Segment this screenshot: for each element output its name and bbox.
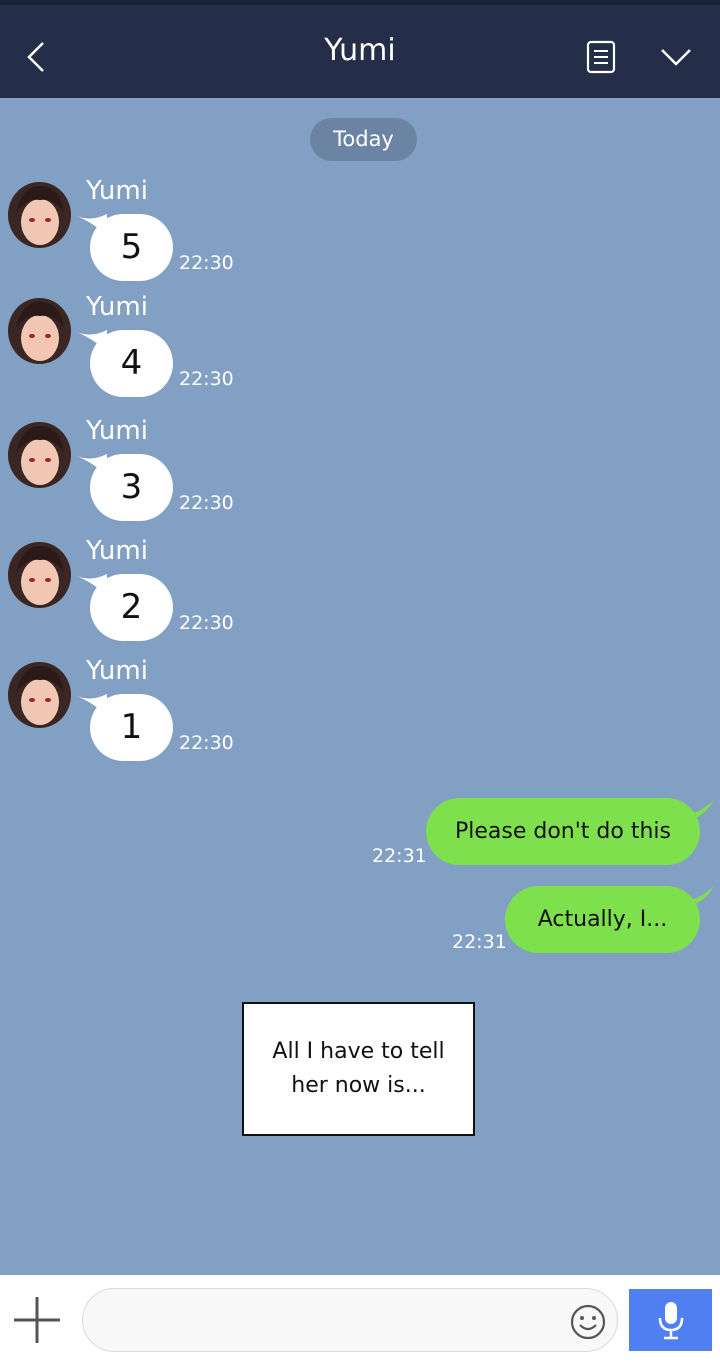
notes-icon xyxy=(586,40,616,74)
message-time: 22:30 xyxy=(179,252,234,274)
message-bubble[interactable]: 4 xyxy=(90,330,173,397)
input-bar xyxy=(0,1275,720,1365)
incoming-message: Yumi 3 22:30 xyxy=(0,416,360,542)
incoming-message: Yumi 5 22:30 xyxy=(0,176,360,302)
date-divider: Today xyxy=(310,118,417,161)
incoming-message: Yumi 2 22:30 xyxy=(0,536,360,662)
sender-name: Yumi xyxy=(86,416,148,446)
message-bubble[interactable]: 5 xyxy=(90,214,173,281)
message-bubble[interactable]: Actually, I... xyxy=(505,886,700,953)
attach-button[interactable] xyxy=(10,1293,64,1347)
notes-button[interactable] xyxy=(580,35,622,79)
expand-button[interactable] xyxy=(652,35,700,79)
avatar[interactable] xyxy=(8,298,71,364)
message-time: 22:30 xyxy=(179,492,234,514)
avatar[interactable] xyxy=(8,182,71,248)
sender-name: Yumi xyxy=(86,656,148,686)
message-bubble[interactable]: 3 xyxy=(90,454,173,521)
bubble-tail xyxy=(684,800,714,822)
microphone-icon xyxy=(658,1302,683,1340)
message-time: 22:31 xyxy=(452,931,507,953)
avatar[interactable] xyxy=(8,542,71,608)
incoming-message: Yumi 4 22:30 xyxy=(0,292,360,418)
message-bubble[interactable]: Please don't do this xyxy=(426,798,700,865)
avatar[interactable] xyxy=(8,422,71,488)
sender-name: Yumi xyxy=(86,536,148,566)
incoming-message: Yumi 1 22:30 xyxy=(0,656,360,782)
message-time: 22:30 xyxy=(179,732,234,754)
voice-button[interactable] xyxy=(629,1289,712,1351)
message-input-field[interactable] xyxy=(82,1288,618,1352)
plus-icon xyxy=(14,1297,60,1343)
message-time: 22:30 xyxy=(179,612,234,634)
outgoing-message: 22:31 Please don't do this xyxy=(0,798,720,868)
emoji-button[interactable] xyxy=(569,1303,607,1341)
bubble-tail xyxy=(684,886,714,908)
narration-caption: All I have to tell her now is... xyxy=(242,1002,475,1136)
chat-area[interactable]: Today Yumi 5 22:30 Yumi 4 22:30 Yumi 3 2… xyxy=(0,98,720,1275)
sender-name: Yumi xyxy=(86,176,148,206)
outgoing-message: 22:31 Actually, I... xyxy=(0,886,720,956)
smiley-icon xyxy=(570,1304,606,1340)
message-time: 22:30 xyxy=(179,368,234,390)
chat-header: Yumi xyxy=(0,0,720,98)
sender-name: Yumi xyxy=(86,292,148,322)
message-input[interactable] xyxy=(103,1289,563,1351)
message-time: 22:31 xyxy=(372,845,427,867)
message-bubble[interactable]: 2 xyxy=(90,574,173,641)
message-bubble[interactable]: 1 xyxy=(90,694,173,761)
avatar[interactable] xyxy=(8,662,71,728)
chevron-down-icon xyxy=(661,49,691,66)
